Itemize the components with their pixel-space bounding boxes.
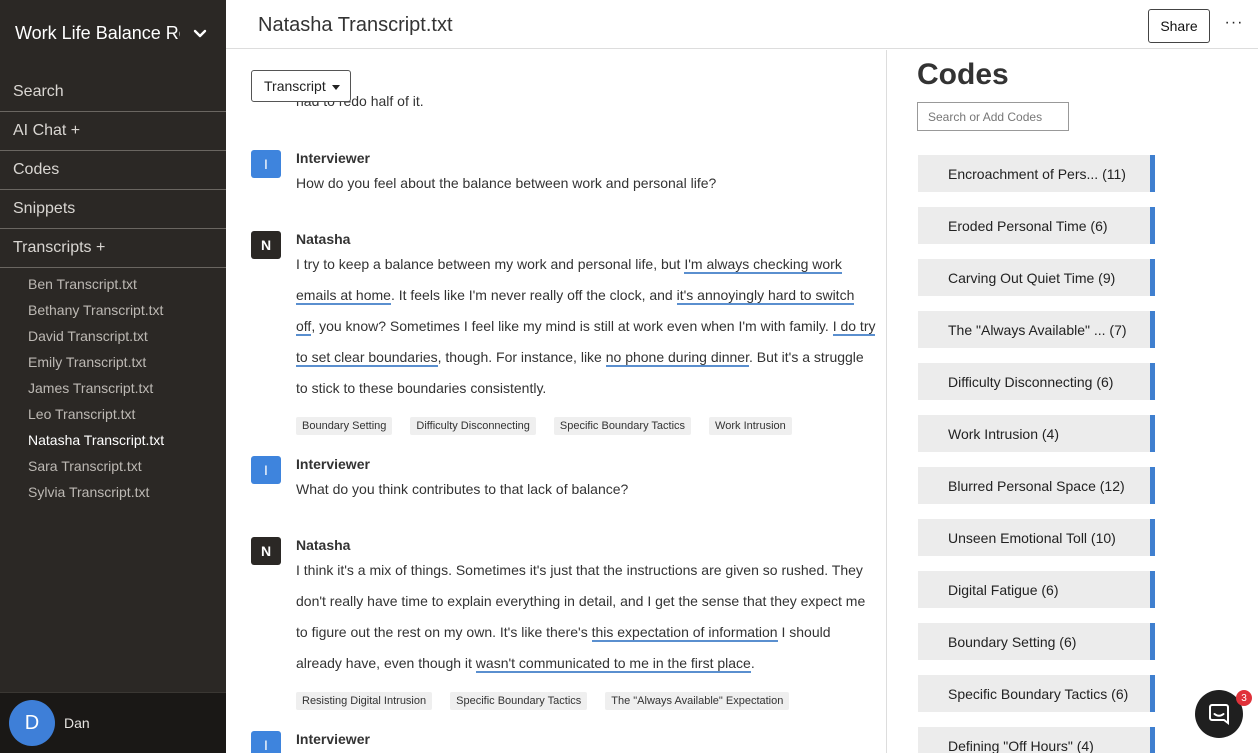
codes-search-input[interactable] — [917, 102, 1069, 131]
sidebar-item-search[interactable]: Search — [0, 73, 226, 112]
speaker-badge: I — [251, 456, 281, 484]
code-item[interactable]: Defining "Off Hours" (4) — [918, 727, 1155, 753]
codes-title: Codes — [917, 58, 1009, 91]
sidebar-item-ai-chat[interactable]: AI Chat + — [0, 112, 226, 151]
speaker-name: Interviewer — [296, 731, 370, 747]
code-tag[interactable]: The "Always Available" Expectation — [605, 692, 790, 710]
share-button[interactable]: Share — [1148, 9, 1210, 43]
message-text[interactable]: What do you think contributes to that la… — [296, 477, 876, 501]
nav-label: Search — [13, 83, 64, 100]
nav-label: Codes — [13, 161, 60, 178]
code-item[interactable]: Encroachment of Pers... (11) — [918, 155, 1155, 192]
file-item[interactable]: Sara Transcript.txt — [0, 453, 226, 479]
file-item[interactable]: Ben Transcript.txt — [0, 271, 226, 297]
code-tag[interactable]: Boundary Setting — [296, 417, 393, 435]
file-item[interactable]: James Transcript.txt — [0, 375, 226, 401]
file-item[interactable]: Bethany Transcript.txt — [0, 297, 226, 323]
code-item[interactable]: The "Always Available" ... (7) — [918, 311, 1155, 348]
code-item[interactable]: Work Intrusion (4) — [918, 415, 1155, 452]
speaker-name: Natasha — [296, 231, 351, 247]
code-item[interactable]: Boundary Setting (6) — [918, 623, 1155, 660]
dropdown-label: Transcript — [264, 78, 326, 94]
transcript-pane[interactable]: Transcript had to redo half of it. I Int… — [226, 50, 886, 753]
code-item[interactable]: Blurred Personal Space (12) — [918, 467, 1155, 504]
speaker-name: Natasha — [296, 537, 351, 553]
nav-label: Transcripts + — [13, 239, 106, 256]
notification-badge: 3 — [1236, 690, 1252, 706]
chat-bubble-icon — [1209, 704, 1229, 725]
speaker-badge: N — [251, 537, 281, 565]
code-item[interactable]: Eroded Personal Time (6) — [918, 207, 1155, 244]
caret-down-icon — [331, 84, 340, 90]
code-item[interactable]: Unseen Emotional Toll (10) — [918, 519, 1155, 556]
workspace-title: Work Life Balance Re — [15, 22, 180, 43]
speaker-badge: I — [251, 150, 281, 178]
file-item-active[interactable]: Natasha Transcript.txt — [0, 427, 226, 453]
sidebar-item-transcripts[interactable]: Transcripts + — [0, 229, 226, 268]
code-item[interactable]: Difficulty Disconnecting (6) — [918, 363, 1155, 400]
highlighted-snippet[interactable]: no phone during dinner — [605, 349, 749, 367]
speaker-name: Interviewer — [296, 456, 370, 472]
code-item[interactable]: Digital Fatigue (6) — [918, 571, 1155, 608]
code-tag[interactable]: Work Intrusion — [709, 417, 792, 435]
document-header: Natasha Transcript.txt Share ··· — [226, 0, 1258, 49]
user-bar[interactable]: D Dan — [0, 692, 226, 753]
file-item[interactable]: David Transcript.txt — [0, 323, 226, 349]
speaker-badge: I — [251, 731, 281, 753]
highlighted-snippet[interactable]: this expectation of information — [591, 624, 778, 642]
message-text[interactable]: How do you feel about the balance betwee… — [296, 171, 876, 195]
message-text[interactable]: I think it's a mix of things. Sometimes … — [296, 555, 876, 679]
tag-list: Boundary Setting Difficulty Disconnectin… — [296, 417, 810, 435]
speaker-name: Interviewer — [296, 150, 370, 166]
file-item[interactable]: Leo Transcript.txt — [0, 401, 226, 427]
sidebar-nav: Search AI Chat + Codes Snippets Transcri… — [0, 73, 226, 268]
sidebar-item-snippets[interactable]: Snippets — [0, 190, 226, 229]
more-options-icon[interactable]: ··· — [1224, 14, 1244, 34]
code-tag[interactable]: Difficulty Disconnecting — [410, 417, 536, 435]
file-item[interactable]: Sylvia Transcript.txt — [0, 479, 226, 505]
tag-list: Resisting Digital Intrusion Specific Bou… — [296, 692, 807, 710]
speaker-badge: N — [251, 231, 281, 259]
chevron-down-icon[interactable] — [193, 27, 207, 41]
file-item[interactable]: Emily Transcript.txt — [0, 349, 226, 375]
nav-label: Snippets — [13, 200, 76, 217]
highlighted-snippet[interactable]: wasn't communicated to me in the first p… — [475, 655, 751, 673]
nav-label: AI Chat + — [13, 122, 81, 139]
transcript-view-dropdown[interactable]: Transcript — [251, 70, 351, 102]
message-text[interactable]: I try to keep a balance between my work … — [296, 249, 876, 404]
sidebar: Work Life Balance Re Search AI Chat + Co… — [0, 0, 226, 753]
code-item[interactable]: Specific Boundary Tactics (6) — [918, 675, 1155, 712]
page-title: Natasha Transcript.txt — [258, 14, 453, 36]
code-tag[interactable]: Specific Boundary Tactics — [450, 692, 588, 710]
user-name: Dan — [64, 715, 90, 731]
transcript-file-list: Ben Transcript.txt Bethany Transcript.tx… — [0, 271, 226, 505]
sidebar-item-codes[interactable]: Codes — [0, 151, 226, 190]
codes-panel: Codes Encroachment of Pers... (11) Erode… — [887, 50, 1258, 753]
avatar[interactable]: D — [9, 700, 55, 746]
code-item[interactable]: Carving Out Quiet Time (9) — [918, 259, 1155, 296]
code-tag[interactable]: Specific Boundary Tactics — [553, 417, 692, 435]
code-tag[interactable]: Resisting Digital Intrusion — [296, 692, 433, 710]
